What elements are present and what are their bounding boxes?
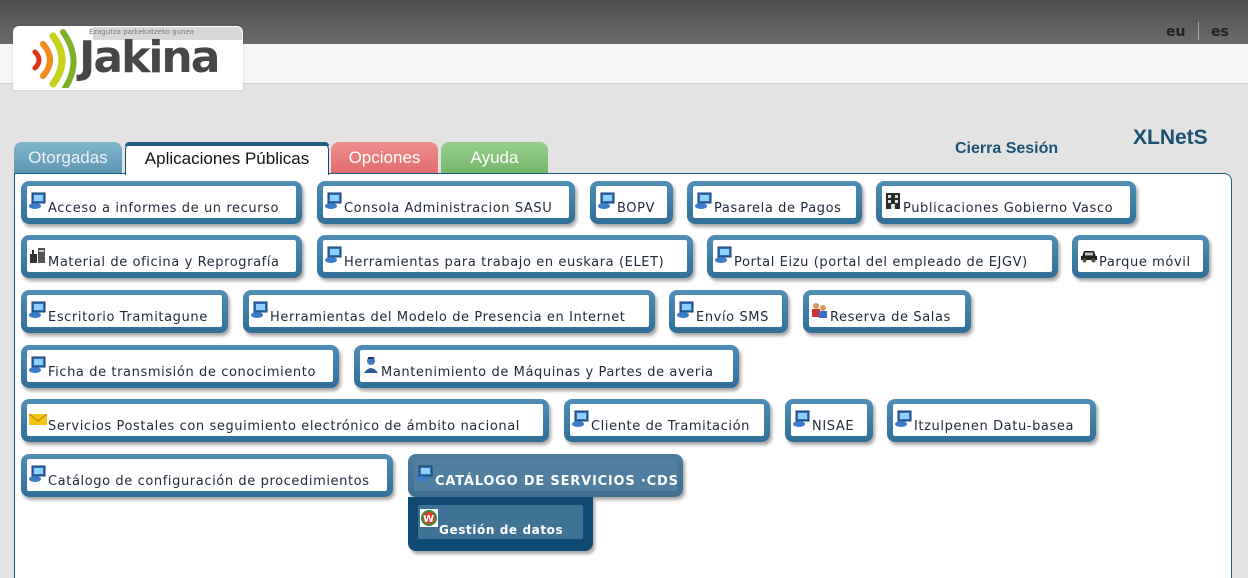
building-icon [886,193,900,209]
computer-icon [325,246,342,263]
computer-icon [29,301,46,318]
app-label: NISAE [812,419,855,434]
app-cliente-tramitacion[interactable]: Cliente de Tramitación [564,399,770,442]
app-servicios-postales[interactable]: Servicios Postales con seguimiento elect… [21,399,549,442]
tab-ayuda[interactable]: Ayuda [441,142,548,174]
computer-icon [895,410,912,427]
w-logo-icon: W [420,509,438,527]
app-label: Pasarela de Pagos [714,201,842,216]
app-ficha-transmision[interactable]: Ficha de transmisión de conocimiento [21,345,339,388]
app-itzulpenen-datu-basea[interactable]: Itzulpenen Datu-basea [887,399,1096,442]
app-modelo-presencia[interactable]: Herramientas del Modelo de Presencia en … [243,290,655,333]
lang-eu-link[interactable]: eu [1166,24,1185,40]
computer-icon [325,192,342,209]
app-catalogo-servicios-cds[interactable]: CATÁLOGO DE SERVICIOS ·CDS [408,454,683,497]
app-escritorio-tramitagune[interactable]: Escritorio Tramitagune [21,290,228,333]
computer-icon [251,301,268,318]
app-label: Servicios Postales con seguimiento elect… [48,419,520,434]
xlnets-brand: XLNetS [1133,126,1208,149]
app-label: Envío SMS [696,310,769,325]
app-portal-eizu[interactable]: Portal Eizu (portal del empleado de EJGV… [707,235,1058,278]
computer-icon [793,410,810,427]
app-consola-sasu[interactable]: Consola Administracion SASU [317,181,575,224]
waves-logo-icon [32,29,77,88]
tab-opciones[interactable]: Opciones [331,142,438,174]
computer-icon [572,410,589,427]
app-label: Escritorio Tramitagune [48,310,208,325]
app-label: Acceso a informes de un recurso [48,201,280,216]
computer-icon [598,192,615,209]
app-label: BOPV [617,201,656,216]
computer-icon [29,465,46,482]
app-label: Consola Administracion SASU [344,201,553,216]
app-bopv[interactable]: BOPV [590,181,673,224]
app-label: Material de oficina y Reprografía [48,255,280,270]
app-herramientas-euskara[interactable]: Herramientas para trabajo en euskara (EL… [317,235,693,278]
envelope-icon [29,413,47,425]
car-icon [1081,251,1097,263]
app-label: Catálogo de configuración de procedimien… [48,474,370,489]
app-label: Gestión de datos [439,523,564,537]
logo[interactable]: Ezagutza parkekatzeko gunea Jakina [13,26,243,90]
app-label: Reserva de Salas [830,310,951,325]
tab-otorgadas[interactable]: Otorgadas [14,142,122,174]
app-label: Herramientas para trabajo en euskara (EL… [344,255,665,270]
computer-icon [416,465,433,482]
app-label: Mantenimiento de Máquinas y Partes de av… [381,365,714,380]
tab-aplicaciones-publicas[interactable]: Aplicaciones Públicas [125,142,329,175]
computer-icon [29,356,46,373]
computer-icon [715,246,732,263]
app-label: Publicaciones Gobierno Vasco [903,201,1114,216]
computer-icon [695,192,712,209]
app-label: CATÁLOGO DE SERVICIOS ·CDS [435,474,679,489]
app-gestion-datos[interactable]: W Gestión de datos [408,497,593,551]
computer-icon [677,301,694,318]
app-publicaciones-gv[interactable]: Publicaciones Gobierno Vasco [876,181,1136,224]
app-acceso-informes[interactable]: Acceso a informes de un recurso [21,181,302,224]
app-material-oficina[interactable]: Material de oficina y Reprografía [21,235,302,278]
technician-icon [364,357,378,373]
app-label: Portal Eizu (portal del empleado de EJGV… [734,255,1028,270]
app-catalogo-configuracion[interactable]: Catálogo de configuración de procedimien… [21,454,393,497]
lang-separator [1198,22,1199,40]
svg-text:W: W [423,514,435,525]
people-icon [812,303,827,318]
app-label: Cliente de Tramitación [591,419,750,434]
logout-link[interactable]: Cierra Sesión [955,140,1058,158]
logo-wordmark: Jakina [79,32,220,83]
app-mantenimiento-maquinas[interactable]: Mantenimiento de Máquinas y Partes de av… [354,345,739,388]
office-supplies-icon [30,248,45,263]
app-pasarela-pagos[interactable]: Pasarela de Pagos [687,181,862,224]
app-label: Itzulpenen Datu-basea [914,419,1075,434]
app-envio-sms[interactable]: Envío SMS [669,290,788,333]
app-label: Parque móvil [1099,255,1191,270]
app-nisae[interactable]: NISAE [785,399,873,442]
app-reserva-salas[interactable]: Reserva de Salas [803,290,971,333]
computer-icon [29,192,46,209]
lang-es-link[interactable]: es [1211,24,1229,40]
app-label: Ficha de transmisión de conocimiento [48,365,317,380]
app-parque-movil[interactable]: Parque móvil [1072,235,1209,278]
app-label: Herramientas del Modelo de Presencia en … [270,310,626,325]
